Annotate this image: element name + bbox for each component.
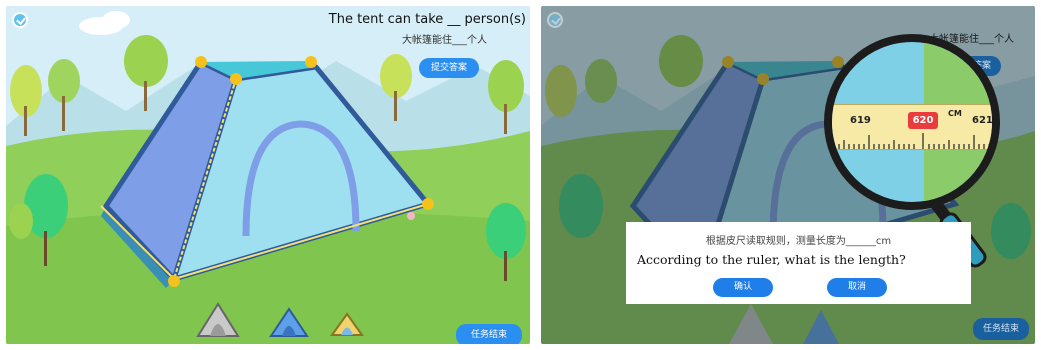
tent-scene: [6, 6, 530, 344]
question-text-cn: 大帐篷能住___个人: [402, 35, 487, 46]
dialog-prompt-cn: 根据皮尺读取规则，测量长度为______cm: [705, 236, 892, 247]
length-input-dialog: 根据皮尺读取规则，测量长度为______cm According to the …: [626, 222, 971, 304]
ruler-ticks: [833, 133, 990, 149]
end-task-button-dimmed: 任务结束: [973, 318, 1029, 340]
check-badge-icon[interactable]: [12, 12, 28, 28]
end-task-button[interactable]: 任务结束: [456, 324, 522, 344]
cancel-button[interactable]: 取消: [827, 278, 887, 297]
question-text-en: The tent can take __ person(s): [328, 12, 526, 27]
magnifier-lens: 619 620 CM 621: [824, 34, 1000, 210]
ruler-unit-label: CM: [948, 109, 962, 118]
dialog-prompt-en: According to the ruler, what is the leng…: [637, 252, 906, 267]
yellow-tent-option-icon[interactable]: [330, 310, 364, 338]
game-scene-right: 大帐篷能住___个人 提交答案 任务结束 619 620 CM 621: [541, 6, 1035, 344]
ruler-highlight-value: 620: [908, 112, 938, 129]
ruler-label-619: 619: [850, 115, 871, 126]
submit-answer-button[interactable]: 提交答案: [419, 58, 479, 78]
tape-measure-ruler: 619 620 CM 621: [832, 104, 993, 150]
ruler-label-621: 621: [972, 115, 993, 126]
grey-tent-option-icon[interactable]: [194, 298, 242, 342]
game-scene-left: The tent can take __ person(s) 大帐篷能住___个…: [6, 6, 530, 344]
blue-tent-option-icon[interactable]: [268, 304, 310, 340]
confirm-button[interactable]: 确认: [713, 278, 773, 297]
check-badge-icon-dimmed: [547, 12, 563, 28]
